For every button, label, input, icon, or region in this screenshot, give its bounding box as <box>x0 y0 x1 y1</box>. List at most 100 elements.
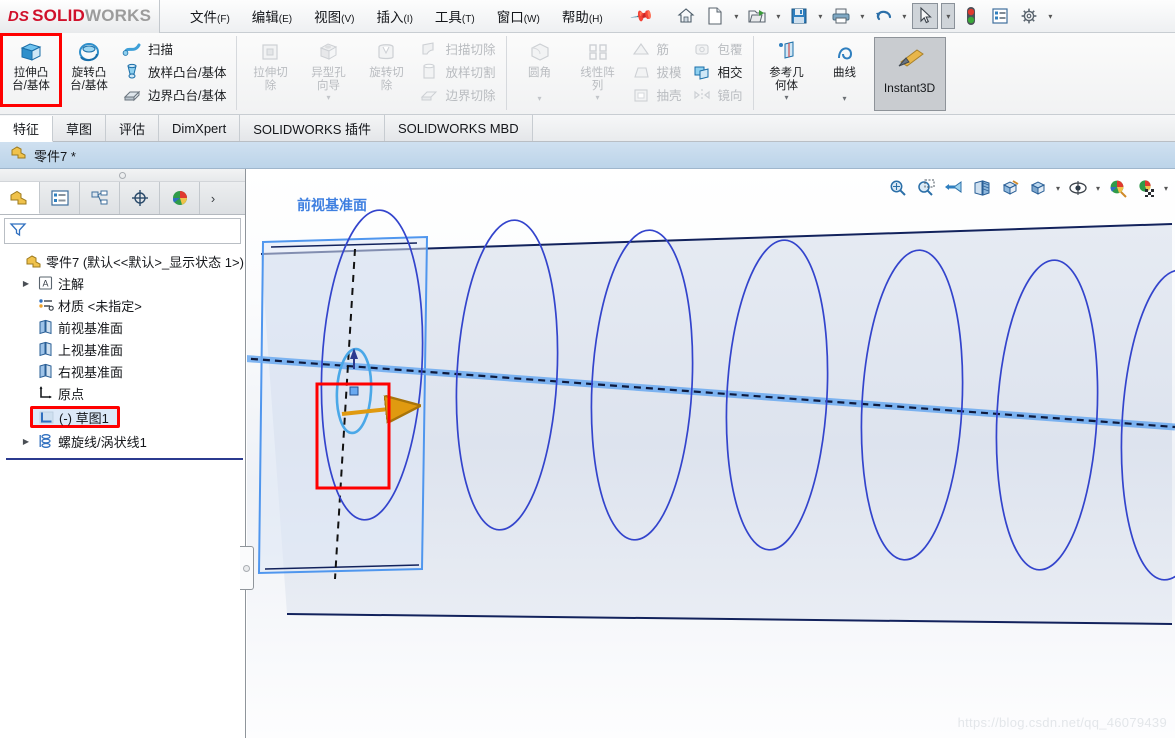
panel-collapse-grip[interactable] <box>0 169 245 182</box>
section-view-icon[interactable] <box>969 175 995 201</box>
boundary-cut-button[interactable]: 边界切除 <box>415 83 501 106</box>
tab-solidworks-mbd[interactable]: SOLIDWORKS MBD <box>384 115 533 141</box>
save-caret-icon[interactable]: ▾ <box>815 12 825 21</box>
new-document-icon[interactable] <box>702 3 728 29</box>
loft-boss-button[interactable]: 放样凸台/基体 <box>118 60 232 83</box>
rib-button[interactable]: 筋 <box>627 37 688 60</box>
feature-tree-rollback-bar[interactable] <box>6 458 243 460</box>
open-folder-icon[interactable] <box>744 3 770 29</box>
dimxpert-manager-tab[interactable] <box>120 182 160 214</box>
view-settings-icon[interactable] <box>1105 175 1131 201</box>
apply-scene-icon[interactable] <box>1133 175 1159 201</box>
ribbon-toolbar: 拉伸凸 台/基体 旋转凸 台/基体 扫描 放样凸台/基体 边界凸台/基体 拉伸切… <box>0 33 1175 115</box>
print-icon[interactable] <box>828 3 854 29</box>
menu-edit[interactable]: 编辑(E) <box>248 3 296 29</box>
settings-gear-icon[interactable] <box>1016 3 1042 29</box>
reference-geometry-caret-icon[interactable]: ▾ <box>758 93 816 102</box>
plane-icon <box>34 363 56 379</box>
front-reference-plane[interactable] <box>257 235 429 575</box>
tree-item-part-root[interactable]: 零件7 (默认<<默认>_显示状态 1>) <box>4 250 245 272</box>
new-document-caret-icon[interactable]: ▾ <box>731 12 741 21</box>
ribbon-separator-2 <box>505 36 507 110</box>
fillet-caret-icon[interactable]: ▾ <box>511 94 569 103</box>
sweep-cut-button[interactable]: 扫描切除 <box>415 37 501 60</box>
curves-button[interactable]: 曲线 ▾ <box>816 35 874 105</box>
feature-manager-tree-tab[interactable] <box>0 182 40 214</box>
menu-tools[interactable]: 工具(T) <box>431 3 479 29</box>
sweep-button[interactable]: 扫描 <box>118 37 232 60</box>
curves-caret-icon[interactable]: ▾ <box>816 94 874 103</box>
configuration-manager-tab[interactable] <box>80 182 120 214</box>
select-arrow-icon[interactable] <box>912 3 939 29</box>
solidworks-logo[interactable]: DS SOLIDWORKS <box>0 0 160 33</box>
shell-button[interactable]: 抽壳 <box>627 83 688 106</box>
hole-wizard-caret-icon[interactable]: ▾ <box>299 93 357 102</box>
revolve-boss-button[interactable]: 旋转凸 台/基体 <box>60 35 118 105</box>
menu-file[interactable]: 文件(F) <box>186 3 234 29</box>
settings-caret-icon[interactable]: ▾ <box>1045 12 1055 21</box>
tree-item-origin[interactable]: 原点 <box>4 382 245 404</box>
wrap-button[interactable]: 包覆 <box>688 37 749 60</box>
mirror-button[interactable]: 镜向 <box>688 83 749 106</box>
chevron-right-icon[interactable]: › <box>200 182 226 214</box>
tab-features[interactable]: 特征 <box>0 116 54 142</box>
instant3d-toggle-button[interactable]: Instant3D <box>873 37 946 111</box>
tab-solidworks-addins[interactable]: SOLIDWORKS 插件 <box>240 115 385 141</box>
tab-dimxpert[interactable]: DimXpert <box>159 115 241 141</box>
feature-tree-filter-input[interactable] <box>31 224 240 238</box>
graphics-area[interactable]: 前视基准面 ▾ ▾ ▾ https://blog.csdn.net/qq_460… <box>247 169 1175 738</box>
tree-item-front-plane[interactable]: 前视基准面 <box>4 316 245 338</box>
pushpin-icon[interactable]: 📌 <box>629 3 655 29</box>
select-arrow-caret-icon[interactable]: ▾ <box>941 3 956 29</box>
linear-pattern-button[interactable]: 线性阵列 ▾ <box>569 35 627 105</box>
feature-tree-filter[interactable] <box>4 218 241 244</box>
hide-show-caret-icon[interactable]: ▾ <box>1093 184 1103 193</box>
draft-button[interactable]: 拔模 <box>627 60 688 83</box>
linear-pattern-caret-icon[interactable]: ▾ <box>569 93 627 102</box>
zoom-to-fit-icon[interactable] <box>885 175 911 201</box>
boundary-boss-button[interactable]: 边界凸台/基体 <box>118 83 232 106</box>
tree-item-annotations[interactable]: ▶ A 注解 <box>4 272 245 294</box>
undo-caret-icon[interactable]: ▾ <box>899 12 909 21</box>
intersect-button[interactable]: 相交 <box>688 60 749 83</box>
display-style-icon[interactable] <box>1025 175 1051 201</box>
view-appearance-caret-icon[interactable]: ▾ <box>1161 184 1171 193</box>
menu-help[interactable]: 帮助(H) <box>558 3 607 29</box>
open-folder-caret-icon[interactable]: ▾ <box>773 12 783 21</box>
menu-insert[interactable]: 插入(I) <box>372 3 416 29</box>
tree-item-material[interactable]: 材质 <未指定> <box>4 294 245 316</box>
fillet-button[interactable]: 圆角 ▾ <box>511 35 569 105</box>
rebuild-traffic-light-icon[interactable] <box>958 3 984 29</box>
tree-item-helix[interactable]: ▶ 螺旋线/涡状线1 <box>4 430 245 452</box>
print-caret-icon[interactable]: ▾ <box>857 12 867 21</box>
panel-splitter-handle[interactable] <box>240 546 254 590</box>
home-icon[interactable] <box>673 3 699 29</box>
undo-icon[interactable] <box>870 3 896 29</box>
hole-wizard-button[interactable]: 异型孔 向导 ▾ <box>299 35 357 105</box>
menu-tools-mnemonic: (T) <box>461 14 475 25</box>
tree-item-sketch1[interactable]: (-) 草图1 <box>4 404 245 430</box>
property-manager-tab[interactable] <box>40 182 80 214</box>
menu-window[interactable]: 窗口(W) <box>493 3 544 29</box>
extrude-cut-button[interactable]: 拉伸切除 <box>241 35 299 105</box>
loft-cut-button[interactable]: 放样切割 <box>415 60 501 83</box>
previous-view-icon[interactable] <box>941 175 967 201</box>
save-icon[interactable] <box>786 3 812 29</box>
zoom-to-area-icon[interactable] <box>913 175 939 201</box>
display-manager-tab[interactable] <box>160 182 200 214</box>
revolve-cut-button[interactable]: 旋转切除 <box>357 35 415 105</box>
tree-item-right-plane[interactable]: 右视基准面 <box>4 360 245 382</box>
sketch-origin-point[interactable] <box>349 386 359 396</box>
tree-item-top-plane[interactable]: 上视基准面 <box>4 338 245 360</box>
display-style-caret-icon[interactable]: ▾ <box>1053 184 1063 193</box>
tab-evaluate[interactable]: 评估 <box>106 115 160 141</box>
extrude-boss-button[interactable]: 拉伸凸 台/基体 <box>0 33 62 107</box>
tab-sketch[interactable]: 草图 <box>53 115 107 141</box>
options-list-icon[interactable] <box>987 3 1013 29</box>
view-orientation-icon[interactable] <box>997 175 1023 201</box>
reference-geometry-button[interactable]: 参考几 何体 ▾ <box>758 35 816 105</box>
tree-expander-icon[interactable]: ▶ <box>18 437 34 446</box>
hide-show-items-icon[interactable] <box>1065 175 1091 201</box>
tree-expander-icon[interactable]: ▶ <box>18 279 34 288</box>
menu-view[interactable]: 视图(V) <box>310 3 358 29</box>
